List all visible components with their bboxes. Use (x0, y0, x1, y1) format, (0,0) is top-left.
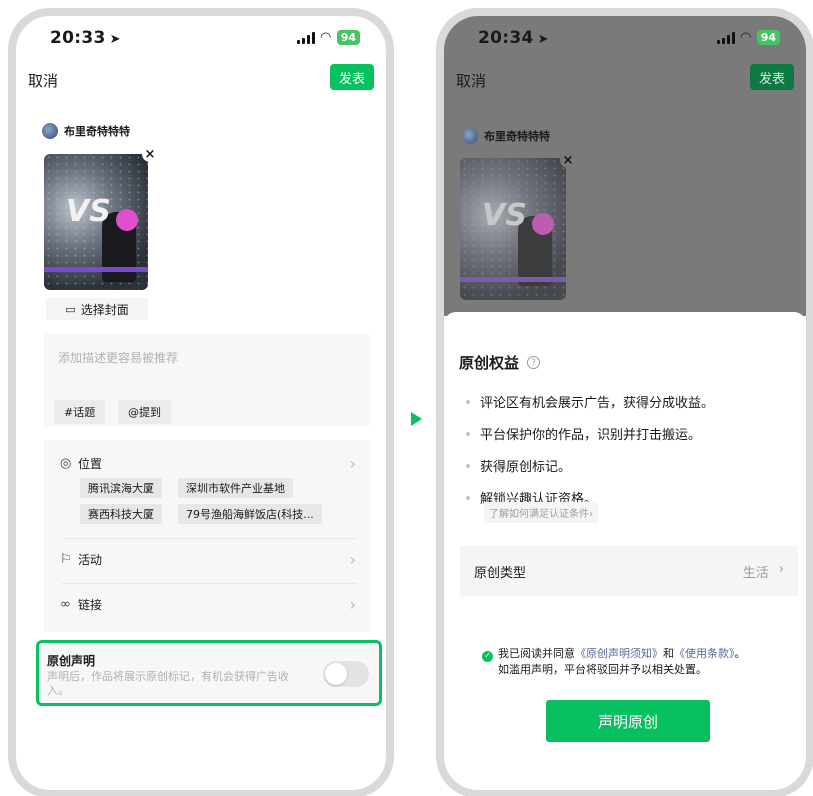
avatar (42, 123, 58, 139)
declaration-notice-link[interactable]: 《原创声明须知》 (575, 647, 663, 660)
toggle-knob (325, 663, 347, 685)
original-declaration-row[interactable]: 原创声明 声明后，作品将展示原创标记，有机会获得广告收入。 (36, 640, 382, 706)
help-icon[interactable]: ? (527, 356, 541, 369)
cancel-button[interactable]: 取消 (28, 70, 58, 91)
location-suggestion[interactable]: 赛西科技大厦 (80, 504, 162, 524)
user-name: 布里奇特特特 (64, 125, 130, 138)
location-suggestion[interactable]: 79号渔船海鲜饭店(科技... (178, 504, 322, 524)
avatar (462, 128, 478, 144)
learn-certification-link[interactable]: 了解如何满足认证条件› (484, 502, 598, 523)
original-type-value: 生活 (742, 565, 769, 581)
activity-row[interactable]: ⚐ 活动 › (60, 550, 356, 569)
status-time: 20:34 ➤ (478, 28, 549, 48)
original-type-row[interactable]: 原创类型 生活 › (460, 546, 798, 596)
location-suggestion[interactable]: 深圳市软件产业基地 (178, 478, 293, 498)
user-info: 布里奇特特特 (462, 128, 550, 144)
declare-original-button[interactable]: 声明原创 (546, 700, 710, 742)
chevron-right-icon: › (589, 509, 593, 520)
status-bar: 20:34 ➤ ◠ 94 (444, 16, 806, 60)
signal-icon (296, 31, 315, 44)
link-icon: ∞ (60, 597, 71, 612)
user-info: 布里奇特特特 (42, 123, 130, 139)
location-arrow-icon: ➤ (537, 32, 549, 47)
original-title: 原创声明 (47, 654, 96, 668)
status-bar: 20:33 ➤ ◠ 94 (16, 16, 386, 60)
battery-icon: 94 (336, 30, 360, 45)
phone-screen-compose: 20:33 ➤ ◠ 94 取消 发表 布里奇特特特 VS × ▭ 选择封面 添加描… (8, 8, 394, 796)
video-vs-graphic: VS (482, 198, 527, 233)
cancel-button[interactable]: 取消 (456, 70, 486, 91)
image-icon: ▭ (65, 302, 76, 316)
location-suggestion[interactable]: 腾讯滨海大厦 (80, 478, 162, 498)
status-time: 20:33 ➤ (50, 28, 121, 48)
location-arrow-icon: ➤ (109, 32, 121, 47)
location-pin-icon: ◎ (60, 456, 72, 471)
video-thumbnail[interactable]: VS (44, 154, 148, 290)
link-row[interactable]: ∞ 链接 › (60, 595, 356, 614)
arrow-right-icon (411, 412, 422, 426)
close-icon: × (560, 152, 576, 168)
description-input[interactable]: 添加描述更容易被推荐 #话题 @提到 (44, 334, 370, 426)
chevron-right-icon: › (349, 595, 356, 614)
sheet-title: 原创权益 ? (459, 352, 541, 373)
close-icon[interactable]: × (142, 146, 158, 162)
battery-icon: 94 (756, 30, 780, 45)
options-panel: ◎ 位置 › 腾讯滨海大厦 深圳市软件产业基地 赛西科技大厦 79号渔船海鲜饭店… (44, 440, 370, 632)
original-description: 声明后，作品将展示原创标记，有机会获得广告收入。 (47, 670, 289, 697)
chevron-right-icon: › (778, 561, 784, 577)
original-rights-sheet: 原创权益 ? 评论区有机会展示广告，获得分成收益。 平台保护你的作品，识别并打击… (444, 312, 806, 790)
wifi-icon: ◠ (740, 30, 751, 45)
user-name: 布里奇特特特 (484, 130, 550, 143)
topic-chip[interactable]: #话题 (54, 400, 106, 424)
video-thumbnail: VS (460, 158, 566, 300)
mention-chip[interactable]: @提到 (118, 400, 171, 424)
chevron-right-icon: › (349, 454, 356, 473)
wifi-icon: ◠ (320, 30, 331, 45)
original-toggle[interactable] (323, 661, 369, 687)
flag-icon: ⚐ (60, 552, 72, 567)
publish-button[interactable]: 发表 (750, 64, 794, 90)
signal-icon (716, 31, 735, 44)
chevron-right-icon: › (349, 550, 356, 569)
terms-of-use-link[interactable]: 《使用条款》 (674, 647, 735, 660)
video-vs-graphic: VS (66, 194, 111, 229)
benefit-item: 评论区有机会展示广告，获得分成收益。 (466, 392, 714, 411)
check-circle-icon[interactable]: ✓ (482, 650, 493, 662)
description-placeholder: 添加描述更容易被推荐 (58, 351, 179, 365)
publish-button[interactable]: 发表 (330, 64, 374, 90)
location-row[interactable]: ◎ 位置 › (60, 454, 356, 473)
agreement-text: ✓ 我已阅读并同意《原创声明须知》和《使用条款》。 如滥用声明，平台将驳回并予以相… (482, 646, 782, 678)
benefit-item: 平台保护你的作品，识别并打击搬运。 (466, 424, 701, 443)
phone-screen-original-sheet: 20:34 ➤ ◠ 94 取消 发表 布里奇特特特 VS × 原创权益 ? 评论区… (436, 8, 813, 796)
select-cover-button[interactable]: ▭ 选择封面 (46, 298, 148, 320)
benefit-item: 获得原创标记。 (466, 456, 571, 475)
